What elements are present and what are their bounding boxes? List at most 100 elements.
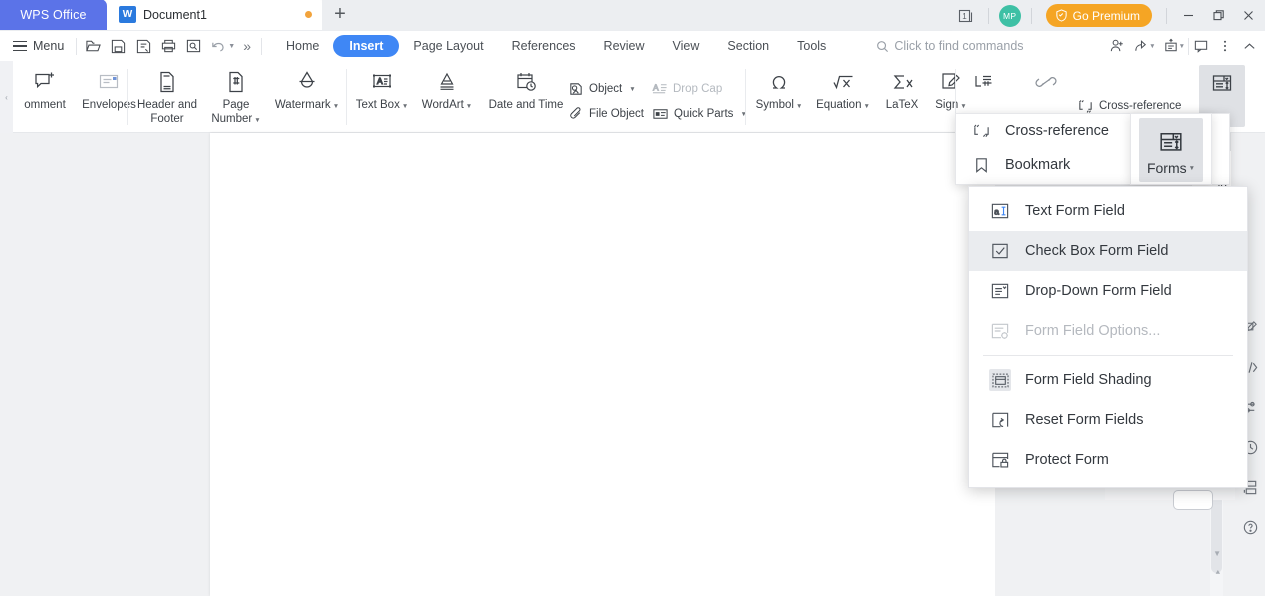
menu-item-reset-form-fields[interactable]: Reset Form Fields <box>969 400 1247 440</box>
tab-references[interactable]: References <box>498 35 590 57</box>
protect-form-icon <box>989 449 1011 471</box>
save-icon[interactable] <box>106 34 131 58</box>
app-logo[interactable]: WPS Office <box>0 0 107 30</box>
object-icon <box>568 81 584 97</box>
menu-item-form-field-options: Form Field Options... <box>969 311 1247 351</box>
cross-reference-icon <box>1077 98 1094 114</box>
watermark-icon <box>294 66 320 98</box>
ribbon-tabs: Home Insert Page Layout References Revie… <box>272 35 840 57</box>
file-object-paperclip-icon <box>568 106 584 122</box>
share-caret-icon[interactable]: ▼ <box>1149 43 1155 50</box>
tab-section[interactable]: Section <box>713 35 783 57</box>
maximize-restore-button[interactable] <box>1203 0 1233 31</box>
new-tab-button[interactable]: + <box>322 0 358 30</box>
hyperlink-icon <box>1032 66 1060 98</box>
ribbon-comment-button[interactable]: omment <box>14 61 76 112</box>
avatar-initials: MP <box>999 5 1021 27</box>
header-footer-icon <box>154 66 180 98</box>
ribbon-date-time-button[interactable]: Date and Time <box>480 61 572 112</box>
tab-home[interactable]: Home <box>272 35 333 57</box>
chevron-down-icon: ▼ <box>466 103 472 110</box>
ribbon-header-footer-button[interactable]: Header and Footer <box>131 61 203 126</box>
flyout-cross-reference-label: Cross-reference <box>1005 123 1109 139</box>
document-left-gutter <box>0 133 210 596</box>
chevron-down-icon: ▼ <box>333 103 339 110</box>
forms-button[interactable]: Forms▼ <box>1139 118 1203 182</box>
divider <box>745 69 746 125</box>
ribbon-page-number-button[interactable]: Page Number▼ <box>203 61 269 128</box>
ribbon-quick-parts-button[interactable]: Quick Parts ▼ <box>650 103 749 125</box>
ribbon-wordart-label: WordArt▼ <box>422 98 472 114</box>
bottom-rounded-box[interactable] <box>1173 490 1213 510</box>
scroll-page-down-icon[interactable]: ⯅ <box>1215 568 1221 578</box>
hamburger-icon <box>13 41 27 52</box>
ribbon-symbol-button[interactable]: Symbol▼ <box>750 61 808 114</box>
minimize-button[interactable] <box>1173 0 1203 31</box>
wps-office-window: WPS Office W Document1 + 1 MP <box>0 0 1265 596</box>
ribbon-scroll-left-icon[interactable]: ‹ <box>0 61 13 133</box>
close-button[interactable] <box>1233 0 1263 31</box>
drop-cap-icon: A <box>652 81 668 97</box>
add-collaborator-icon[interactable] <box>1105 33 1129 59</box>
ribbon-latex-button[interactable]: LaTeX <box>878 61 926 112</box>
form-field-shading-icon <box>989 369 1011 391</box>
menu-item-form-field-shading[interactable]: Form Field Shading <box>969 360 1247 400</box>
print-icon[interactable] <box>156 34 181 58</box>
tab-view[interactable]: View <box>659 35 714 57</box>
tab-page-layout[interactable]: Page Layout <box>399 35 497 57</box>
chevron-down-icon: ▼ <box>1189 165 1195 172</box>
divider <box>127 69 128 125</box>
ribbon-header-footer-label: Header and Footer <box>133 98 201 126</box>
flyout-bookmark-label: Bookmark <box>1005 157 1070 173</box>
go-premium-button[interactable]: Go Premium <box>1046 4 1152 27</box>
ribbon-comment-label: omment <box>24 98 66 112</box>
forms-icon <box>1156 126 1186 160</box>
undo-dropdown-caret-icon[interactable]: ▼ <box>228 43 235 50</box>
help-question-icon[interactable] <box>1238 515 1262 539</box>
save-as-icon[interactable] <box>131 34 156 58</box>
menu-item-drop-down-form-field[interactable]: Drop-Down Form Field <box>969 271 1247 311</box>
document-tab[interactable]: W Document1 <box>107 0 322 30</box>
scroll-down-arrow-icon[interactable]: ▼ <box>1213 549 1221 558</box>
more-options-icon[interactable] <box>1213 33 1237 59</box>
crown-shield-icon <box>1055 9 1068 22</box>
ribbon-file-object-label: File Object <box>589 108 644 120</box>
ribbon-watermark-label: Watermark▼ <box>275 98 339 114</box>
ribbon-text-box-button[interactable]: A Text Box▼ <box>350 61 414 114</box>
ribbon-wordart-button[interactable]: WordArt▼ <box>414 61 480 114</box>
window-list-icon[interactable]: 1 <box>952 0 982 31</box>
ribbon-cross-reference-label: Cross-reference <box>1099 100 1181 112</box>
chevron-down-icon: ▼ <box>629 86 635 93</box>
wordart-icon <box>434 66 460 98</box>
ribbon-equation-button[interactable]: Equation▼ <box>808 61 878 114</box>
command-search[interactable]: Click to find commands <box>876 39 1023 53</box>
ribbon-watermark-button[interactable]: Watermark▼ <box>269 61 345 114</box>
menu-item-text-form-field[interactable]: a Text Form Field <box>969 191 1247 231</box>
main-menu-button[interactable]: Menu <box>0 39 76 53</box>
tab-tools[interactable]: Tools <box>783 35 840 57</box>
divider <box>1031 8 1032 24</box>
collapse-ribbon-icon[interactable] <box>1237 33 1261 59</box>
equation-sqrt-icon <box>829 66 857 98</box>
open-icon[interactable] <box>81 34 106 58</box>
date-time-icon <box>513 66 539 98</box>
reset-form-fields-icon <box>989 409 1011 431</box>
text-form-field-icon: a <box>989 200 1011 222</box>
menu-bar: Menu <box>0 31 1265 61</box>
menu-item-check-box-form-field[interactable]: Check Box Form Field <box>969 231 1247 271</box>
export-caret-icon[interactable]: ▼ <box>1179 43 1185 50</box>
user-avatar[interactable]: MP <box>995 0 1025 31</box>
quick-access-more-button[interactable]: » <box>237 38 257 54</box>
document-page[interactable] <box>210 133 995 596</box>
ribbon-caption-button[interactable] <box>960 61 1005 98</box>
ribbon-hyperlink-button[interactable] <box>1022 61 1070 98</box>
bookmark-icon <box>970 156 992 174</box>
tab-review[interactable]: Review <box>590 35 659 57</box>
ribbon-drop-cap-button[interactable]: A Drop Cap <box>650 78 724 100</box>
ribbon-file-object-button[interactable]: File Object <box>566 103 646 125</box>
comment-balloon-icon[interactable] <box>1189 33 1213 59</box>
print-preview-icon[interactable] <box>181 34 206 58</box>
ribbon-object-button[interactable]: Object ▼ <box>566 78 638 100</box>
tab-insert[interactable]: Insert <box>333 35 399 57</box>
menu-item-protect-form[interactable]: Protect Form <box>969 440 1247 480</box>
